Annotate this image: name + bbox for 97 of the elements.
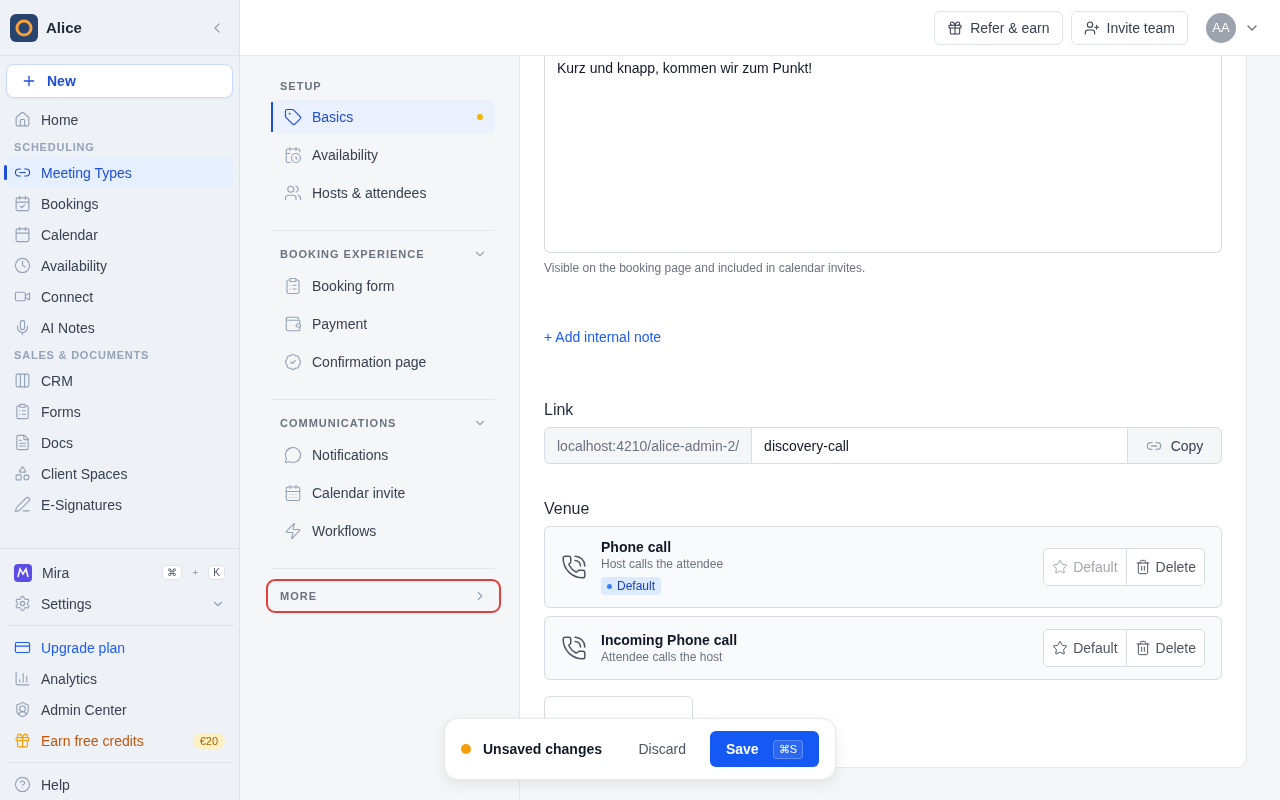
clipboard-icon (284, 277, 302, 295)
plus-icon (21, 73, 37, 89)
home-icon (14, 111, 31, 128)
save-button[interactable]: Save ⌘S (709, 731, 819, 767)
toast-message: Unsaved changes (483, 741, 604, 757)
nav-item[interactable]: Earn free credits €20 (6, 725, 233, 756)
nav-item[interactable]: Analytics (6, 663, 233, 694)
help-item[interactable]: Help (6, 769, 233, 800)
nav-item[interactable]: Upgrade plan (6, 632, 233, 663)
calendar-check-icon (14, 195, 31, 212)
nav-item[interactable]: Bookings (6, 188, 233, 219)
settings-item[interactable]: Settings (6, 588, 233, 619)
nav-item[interactable]: Availability (6, 250, 233, 281)
assistant-item[interactable]: Mira ⌘ + K (6, 557, 233, 588)
description-field[interactable]: Kurz und knapp, kommen wir zum Punkt! (544, 56, 1222, 253)
nav-item[interactable]: Admin Center (6, 694, 233, 725)
star-icon (1052, 640, 1069, 656)
invite-button[interactable]: Invite team (1070, 10, 1188, 45)
field-hint: Visible on the booking page and included in calendar invites. (544, 261, 867, 275)
clipboard-icon (14, 403, 31, 420)
venue-title: Incoming Phone call (601, 632, 739, 648)
group-heading: COMMUNICATIONS (280, 417, 397, 429)
nav-item[interactable]: CRM (6, 365, 233, 396)
status-dot (461, 744, 471, 754)
users-icon (284, 184, 302, 202)
pen-icon (14, 496, 31, 513)
nav-item[interactable]: Forms (6, 396, 233, 427)
tag-icon (284, 108, 302, 126)
settings-nav-item[interactable]: Payment (272, 307, 495, 341)
microphone-icon (14, 319, 31, 336)
phone-icon (561, 635, 587, 661)
card-icon (14, 639, 31, 656)
add-note-link[interactable]: + Add internal note (544, 329, 662, 345)
key-cap: K (208, 565, 225, 580)
slug-field[interactable]: discovery-call (752, 427, 1127, 464)
assistant-logo (14, 563, 32, 582)
group-heading: SETUP (280, 80, 322, 92)
nav-item[interactable]: Connect (6, 281, 233, 312)
nav-item[interactable]: AI Notes (6, 312, 233, 343)
settings-nav-item[interactable]: Booking form (272, 269, 495, 303)
columns-icon (14, 372, 31, 389)
more-item[interactable]: MORE (266, 579, 501, 613)
calendar-clock-icon (284, 146, 302, 164)
trash-icon (1134, 559, 1151, 575)
workspace-name: Alice (46, 19, 83, 36)
delete-button[interactable]: Delete (1125, 630, 1204, 666)
app-logo (10, 13, 38, 42)
bar-chart-icon (14, 670, 31, 687)
key-cap: ⌘ (162, 565, 183, 580)
nav-item[interactable]: Client Spaces (6, 458, 233, 489)
clock-icon (14, 257, 31, 274)
star-icon (1052, 559, 1069, 575)
copy-button[interactable]: Copy (1127, 427, 1222, 464)
chat-bubble-icon (284, 446, 302, 464)
user-plus-icon (1083, 19, 1100, 36)
refer-button[interactable]: Refer & earn (934, 10, 1063, 45)
lightning-icon (284, 522, 302, 540)
credit-badge: €20 (192, 732, 225, 749)
document-icon (14, 434, 31, 451)
group-heading: BOOKING EXPERIENCE (280, 248, 425, 260)
delete-button[interactable]: Delete (1125, 549, 1204, 585)
badge-check-icon (284, 353, 302, 371)
phone-icon (561, 554, 587, 580)
trash-icon (1134, 640, 1151, 656)
venue-title: Phone call (601, 539, 673, 555)
plus-sign: + (192, 567, 199, 578)
section-label: Link (544, 401, 575, 419)
shapes-icon (14, 465, 31, 482)
gift-icon (14, 732, 31, 749)
section-heading: SALES & DOCUMENTS (13, 348, 151, 363)
new-button[interactable]: New (6, 64, 233, 98)
settings-nav-item[interactable]: Confirmation page (272, 345, 495, 379)
settings-nav-item[interactable]: Calendar invite (272, 476, 495, 510)
url-prefix: localhost:4210/alice-admin-2/ (544, 427, 753, 464)
nav-item[interactable]: Docs (6, 427, 233, 458)
settings-icon (14, 595, 31, 612)
calendar-icon (284, 484, 302, 502)
gift-icon (947, 19, 964, 36)
wallet-icon (284, 315, 302, 333)
settings-nav-item[interactable]: Basics (272, 100, 495, 134)
venue-subtitle: Attendee calls the host (601, 650, 724, 664)
nav-item[interactable]: E-Signatures (6, 489, 233, 520)
discard-button[interactable]: Discard (624, 741, 700, 757)
nav-item[interactable]: Home (6, 104, 233, 135)
settings-nav-item[interactable]: Hosts & attendees (272, 176, 495, 210)
venue-subtitle: Host calls the attendee (601, 557, 725, 571)
settings-nav-item[interactable]: Workflows (272, 514, 495, 548)
default-tag: Default (601, 577, 662, 595)
nav-item[interactable]: Calendar (6, 219, 233, 250)
section-heading: SCHEDULING (13, 140, 96, 155)
settings-nav-item[interactable]: Notifications (272, 438, 495, 472)
nav-item[interactable]: Meeting Types (6, 157, 233, 188)
help-icon (14, 776, 31, 793)
settings-nav-item[interactable]: Availability (272, 138, 495, 172)
calendar-icon (14, 226, 31, 243)
section-label: Venue (544, 500, 591, 518)
shield-user-icon (14, 701, 31, 718)
